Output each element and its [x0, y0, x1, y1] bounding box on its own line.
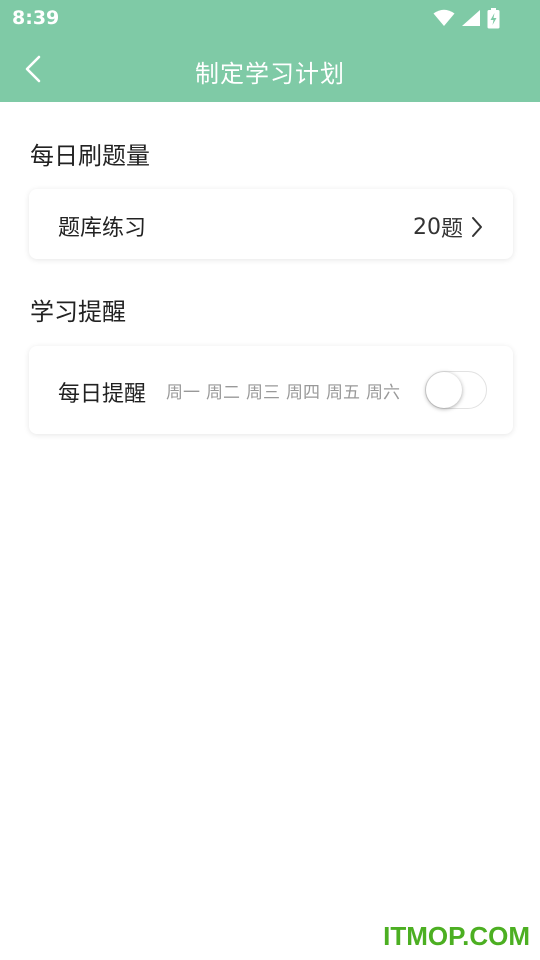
status-bar: 8:39	[0, 0, 540, 36]
weekday-tue: 周二	[206, 383, 240, 403]
daily-reminder-label: 每日提醒	[58, 382, 147, 407]
toggle-knob	[426, 372, 462, 408]
daily-reminder-row: 每日提醒 周一 周二 周三 周四 周五 周六	[29, 346, 513, 434]
reminder-weekdays: 周一 周二 周三 周四 周五 周六	[166, 378, 400, 403]
daily-reminder-toggle[interactable]	[425, 371, 487, 409]
watermark-logo: ITMOP.COM	[383, 921, 530, 951]
cellular-signal-icon	[462, 10, 480, 26]
question-count-unit: 题	[440, 217, 463, 242]
question-bank-practice-row[interactable]: 题库练习 20 题	[29, 189, 513, 259]
chevron-right-icon	[472, 217, 482, 237]
wifi-icon	[433, 9, 455, 26]
weekday-wed: 周三	[246, 383, 280, 403]
question-bank-practice-label: 题库练习	[58, 216, 147, 241]
page-title: 制定学习计划	[195, 60, 345, 88]
weekday-mon: 周一	[166, 383, 200, 403]
section-title-study-reminder: 学习提醒	[30, 298, 126, 326]
status-icons	[433, 7, 500, 28]
weekday-sat: 周六	[366, 383, 400, 403]
weekday-thu: 周四	[286, 383, 320, 403]
question-count-number: 20	[412, 214, 441, 240]
battery-charging-icon	[487, 7, 500, 28]
app-header: 制定学习计划	[0, 36, 540, 102]
question-count-value: 20 题	[413, 211, 485, 243]
weekday-fri: 周五	[326, 383, 360, 403]
status-time: 8:39	[12, 7, 60, 29]
section-title-daily-questions: 每日刷题量	[30, 142, 150, 170]
